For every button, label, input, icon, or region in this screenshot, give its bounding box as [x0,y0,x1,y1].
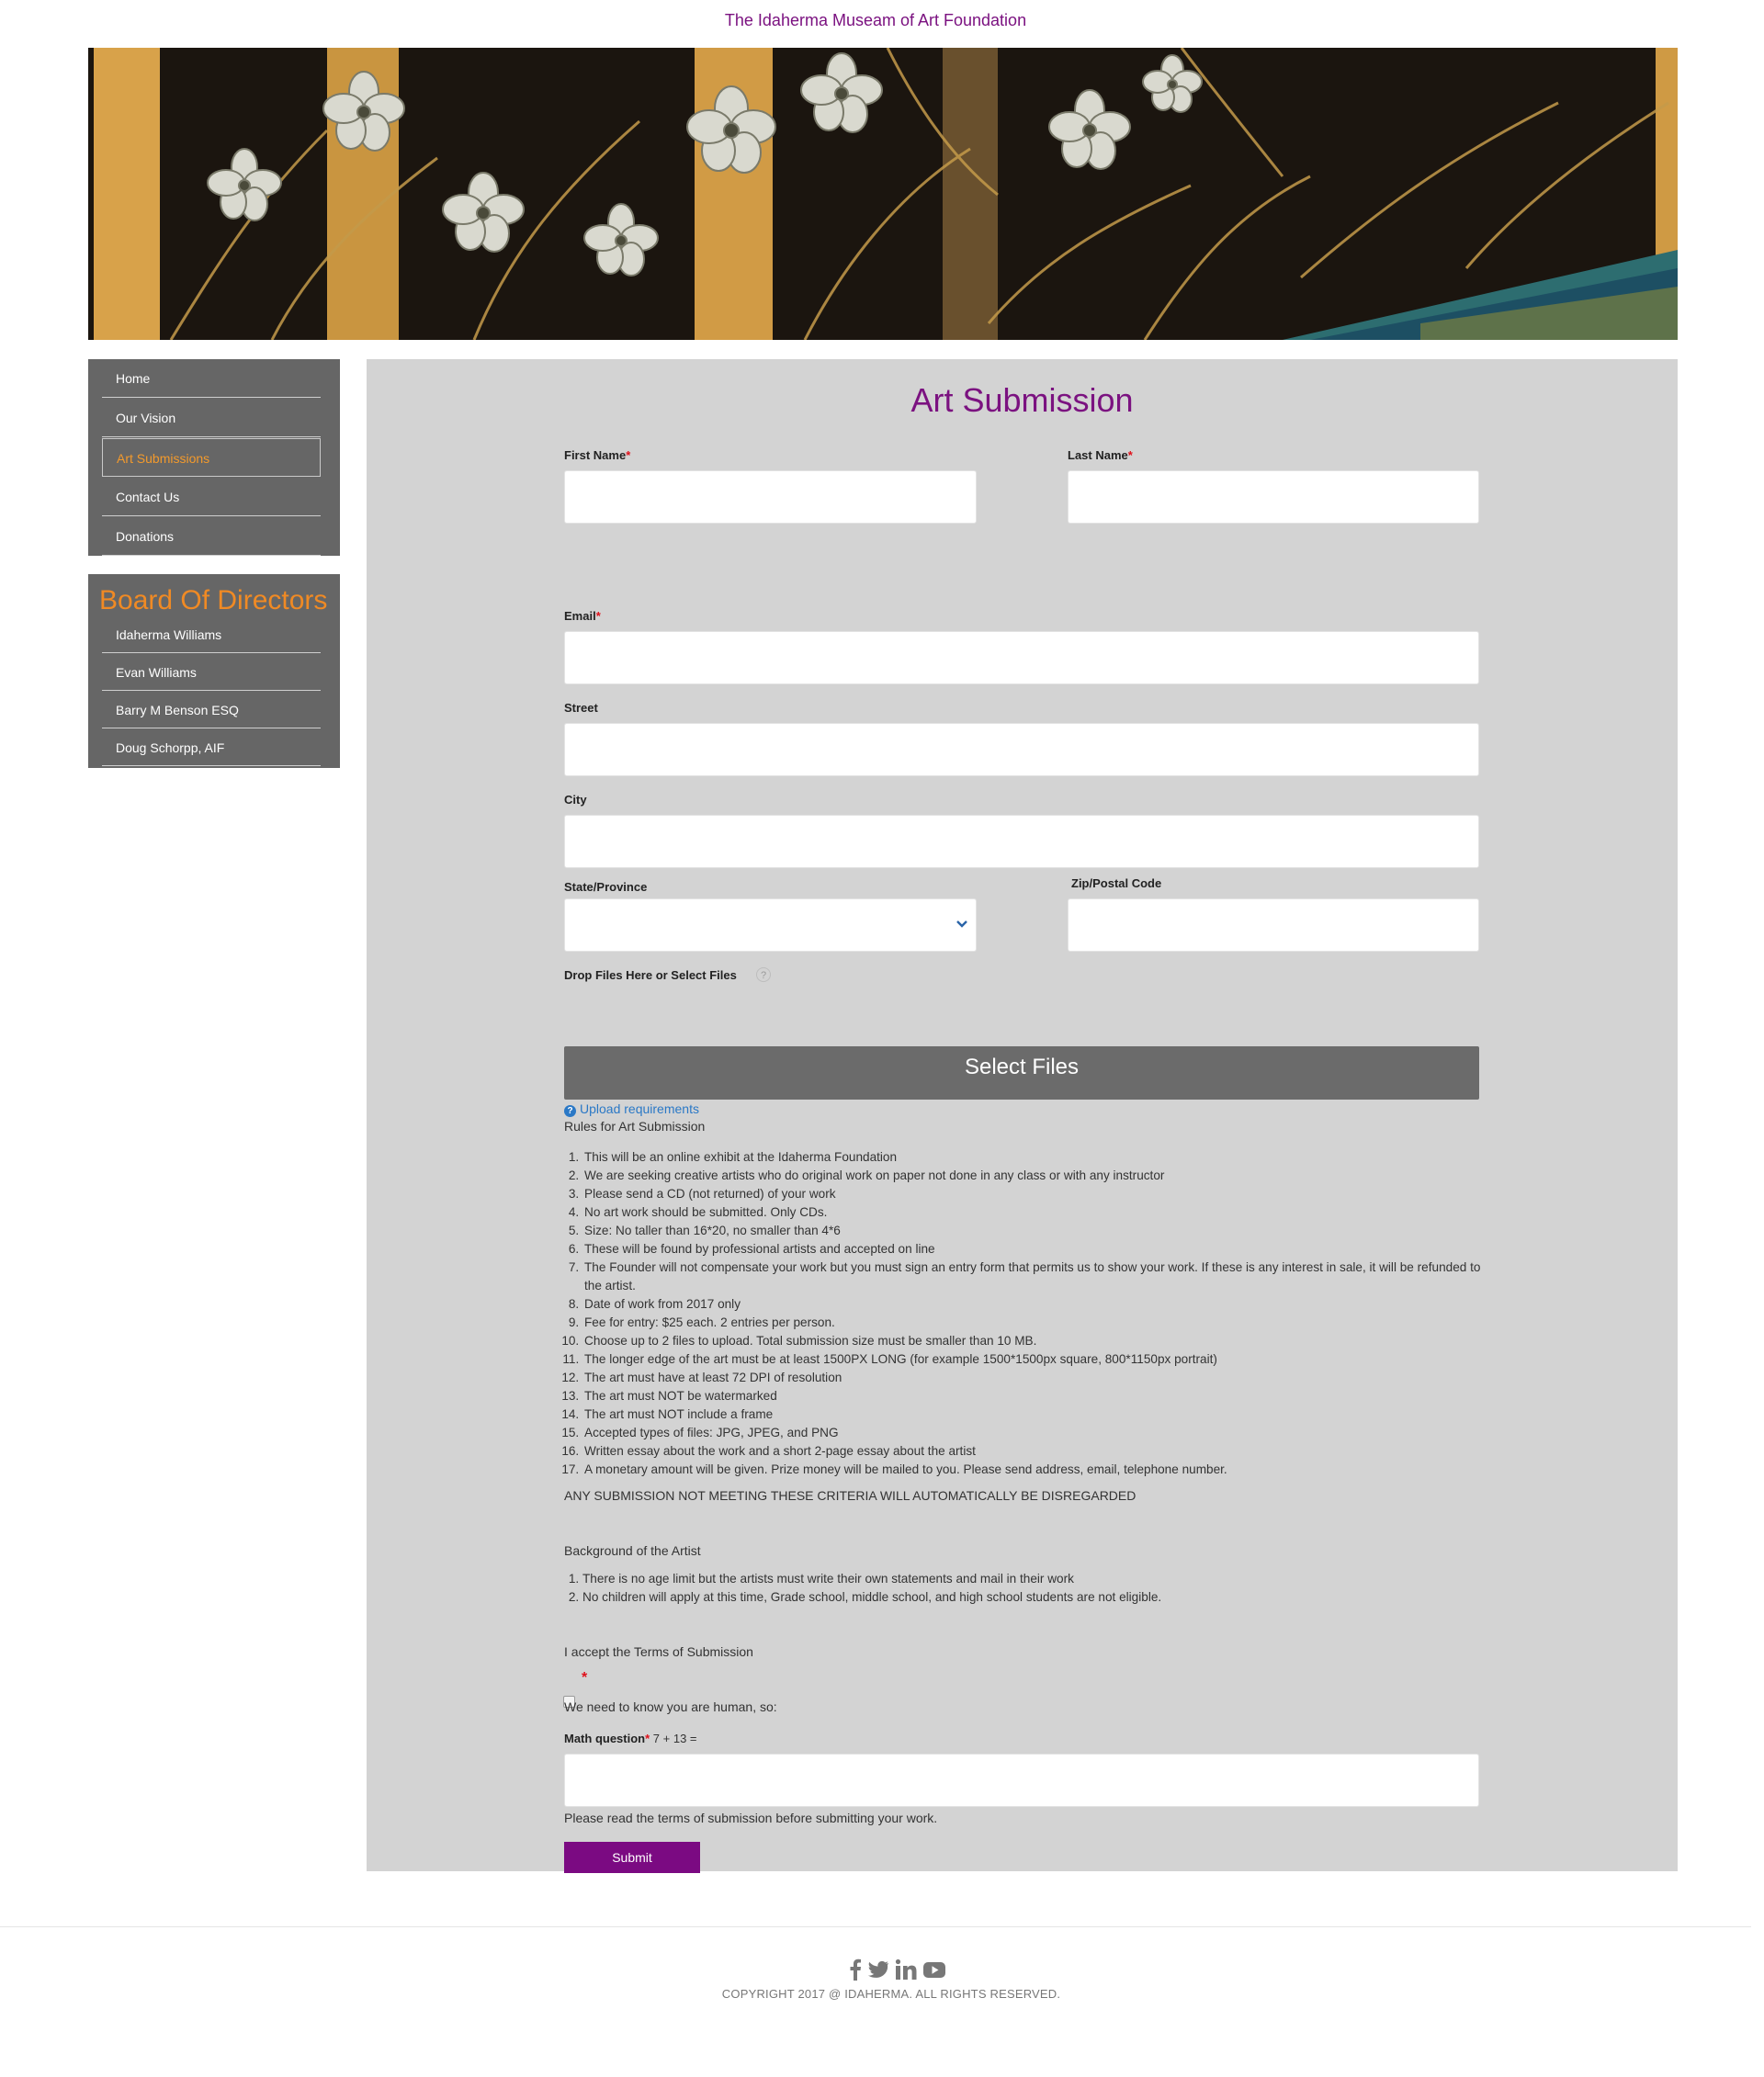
required-marker: * [595,609,601,623]
human-check-text: We need to know you are human, so: [564,1699,777,1714]
board-title: Board Of Directors [99,585,328,615]
required-marker: * [1127,448,1133,462]
linkedin-icon[interactable] [895,1958,917,1982]
terms-label: I accept the Terms of Submission [564,1644,753,1659]
list-item: No children will apply at this time, Gra… [582,1588,1483,1607]
footer-divider [0,1926,1751,1927]
main-navigation: Home Our Vision Art Submissions Contact … [88,359,340,556]
list-item: Date of work from 2017 only [582,1295,1483,1314]
question-circle-icon: ? [564,1105,576,1117]
board-member-link[interactable]: Doug Schorpp, AIF [102,729,321,766]
last-name-label: Last Name* [1068,448,1133,462]
list-item: Accepted types of files: JPG, JPEG, and … [582,1424,1483,1442]
social-links [849,1958,946,1982]
list-item: Fee for entry: $25 each. 2 entries per p… [582,1314,1483,1332]
math-question-label: Math question* 7 + 13 = [564,1732,697,1745]
list-item: This will be an online exhibit at the Id… [582,1148,1483,1167]
board-of-directors-panel: Board Of Directors Idaherma Williams Eva… [88,574,340,768]
list-item: Choose up to 2 files to upload. Total su… [582,1332,1483,1350]
nav-item-our-vision[interactable]: Our Vision [102,399,321,437]
help-icon[interactable]: ? [756,967,771,982]
required-marker: * [645,1732,650,1745]
list-item: Size: No taller than 16*20, no smaller t… [582,1222,1483,1240]
list-item: The art must have at least 72 DPI of res… [582,1369,1483,1387]
rules-heading: Rules for Art Submission [564,1119,706,1134]
street-label: Street [564,701,598,715]
chevron-down-icon [956,920,967,928]
required-marker: * [582,1670,588,1686]
list-item: The longer edge of the art must be at le… [582,1350,1483,1369]
copyright-text: COPYRIGHT 2017 @ IDAHERMA. ALL RIGHTS RE… [721,1987,1061,2001]
list-item: No art work should be submitted. Only CD… [582,1203,1483,1222]
read-terms-note: Please read the terms of submission befo… [564,1811,938,1825]
math-expression: 7 + 13 = [652,1732,697,1745]
last-name-field[interactable] [1068,470,1479,524]
criteria-notice: ANY SUBMISSION NOT MEETING THESE CRITERI… [564,1488,1136,1503]
upload-requirements-link[interactable]: ? Upload requirements [564,1101,699,1117]
math-answer-field[interactable] [564,1754,1479,1807]
required-marker: * [626,448,631,462]
email-label: Email* [564,609,601,623]
zip-label: Zip/Postal Code [1071,876,1162,890]
board-member-link[interactable]: Evan Williams [102,654,321,691]
art-submission-form: Art Submission First Name* Last Name* Em… [367,359,1678,1873]
select-files-button[interactable]: Select Files [564,1046,1479,1100]
background-list: There is no age limit but the artists mu… [564,1570,1483,1607]
email-field[interactable] [564,631,1479,684]
nav-item-donations[interactable]: Donations [102,517,321,556]
youtube-icon[interactable] [922,1958,946,1982]
background-heading: Background of the Artist [564,1543,701,1558]
list-item: The art must NOT include a frame [582,1405,1483,1424]
list-item: A monetary amount will be given. Prize m… [582,1461,1483,1479]
state-select[interactable] [564,898,977,952]
board-member-link[interactable]: Barry M Benson ESQ [102,692,321,728]
nav-item-home[interactable]: Home [102,359,321,398]
list-item: There is no age limit but the artists mu… [582,1570,1483,1588]
nav-item-art-submissions[interactable]: Art Submissions [102,438,321,477]
drop-files-label: Drop Files Here or Select Files [564,968,737,982]
state-label: State/Province [564,880,648,894]
list-item: Please send a CD (not returned) of your … [582,1185,1483,1203]
page-title: Art Submission [910,381,1134,419]
list-item: The Founder will not compensate your wor… [582,1259,1483,1295]
list-item: The art must NOT be watermarked [582,1387,1483,1405]
list-item: We are seeking creative artists who do o… [582,1167,1483,1185]
first-name-label: First Name* [564,448,631,462]
first-name-field[interactable] [564,470,977,524]
site-title[interactable]: The Idaherma Museam of Art Foundation [0,11,1751,30]
zip-field[interactable] [1068,898,1479,952]
facebook-icon[interactable] [849,1958,862,1982]
submit-button[interactable]: Submit [564,1842,700,1873]
twitter-icon[interactable] [867,1958,889,1982]
rules-list: This will be an online exhibit at the Id… [564,1148,1483,1479]
hero-banner-image [88,48,1678,340]
street-field[interactable] [564,723,1479,776]
city-label: City [564,793,587,807]
board-member-link[interactable]: Idaherma Williams [102,616,321,653]
list-item: These will be found by professional arti… [582,1240,1483,1259]
nav-item-contact-us[interactable]: Contact Us [102,478,321,516]
list-item: Written essay about the work and a short… [582,1442,1483,1461]
city-field[interactable] [564,815,1479,868]
